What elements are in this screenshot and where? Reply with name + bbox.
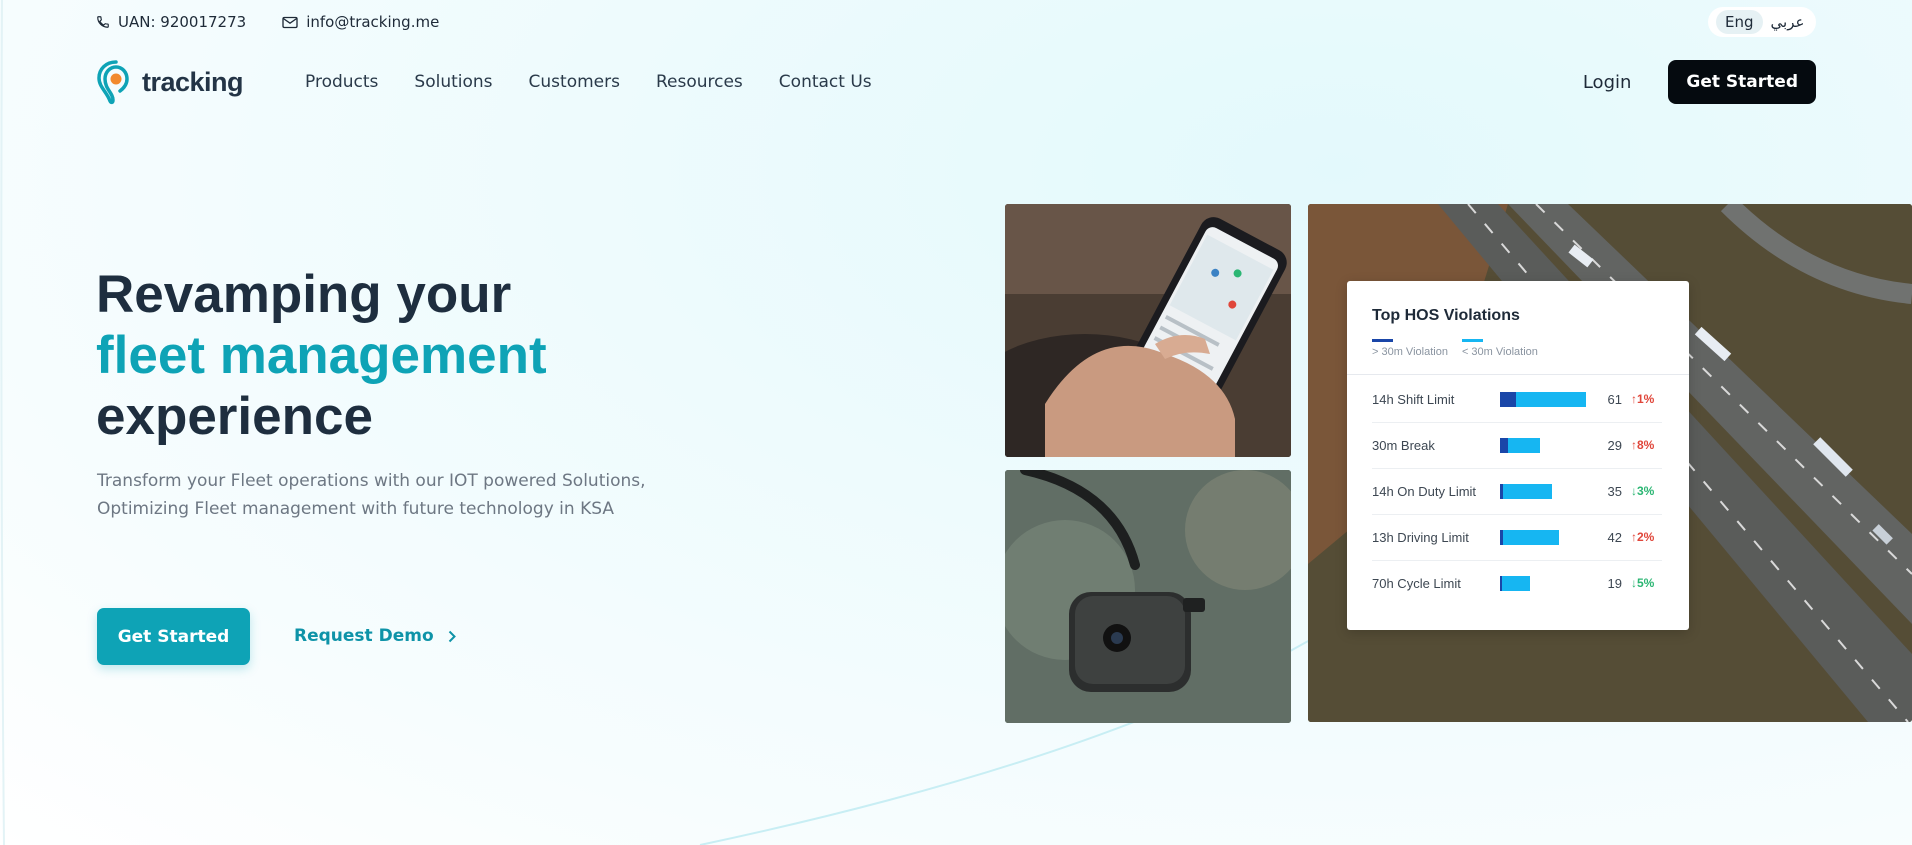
bar-over-30m: [1500, 391, 1517, 407]
nav-item-resources[interactable]: Resources: [656, 72, 743, 92]
violation-bar: [1500, 529, 1592, 545]
phone-icon: [97, 16, 109, 28]
get-started-nav-button[interactable]: Get Started: [1668, 60, 1816, 104]
request-demo-label: Request Demo: [294, 626, 434, 646]
change-up-badge: ↑8%: [1631, 438, 1654, 452]
change-down-badge: ↓5%: [1631, 576, 1654, 590]
nav-menu: Products Solutions Customers Resources C…: [305, 72, 872, 92]
nav-actions: Login Get Started: [1583, 60, 1816, 104]
hero-subtitle-line2: Optimizing Fleet management with future …: [97, 499, 614, 519]
violation-row: 14h Shift Limit 61 ↑1%: [1372, 376, 1662, 423]
top-bar: UAN: 920017273 info@tracking.me Eng عربي: [96, 7, 1816, 37]
login-link[interactable]: Login: [1583, 72, 1632, 93]
change-down-badge: ↓3%: [1631, 484, 1654, 498]
mail-icon: [282, 16, 298, 28]
change-up-badge: ↑1%: [1631, 392, 1654, 406]
violation-count: 42: [1607, 529, 1622, 545]
legend-item-under: < 30m Violation: [1461, 339, 1538, 358]
lang-english[interactable]: Eng: [1716, 10, 1763, 34]
logo-text: tracking: [142, 66, 244, 97]
bar-under-30m: [1516, 391, 1586, 407]
card-divider: [1347, 374, 1689, 375]
card-legend: > 30m Violation < 30m Violation: [1372, 339, 1538, 358]
hero-title-line3: experience: [96, 387, 373, 446]
nav-item-products[interactable]: Products: [305, 72, 378, 92]
hero-title-accent: fleet management: [96, 326, 547, 385]
violation-count: 29: [1607, 437, 1622, 453]
bar-under-30m: [1507, 437, 1541, 453]
legend-item-over: > 30m Violation: [1372, 339, 1448, 358]
violation-label: 13h Driving Limit: [1372, 529, 1469, 545]
hero-title-line1: Revamping your: [96, 265, 512, 324]
phone-text: UAN: 920017273: [118, 13, 247, 31]
logo[interactable]: tracking: [96, 59, 305, 105]
change-value: 3%: [1637, 484, 1655, 498]
chevron-right-icon: [448, 630, 456, 642]
violation-count: 61: [1607, 391, 1622, 407]
legend-swatch-under: [1461, 339, 1483, 342]
bar-under-30m: [1503, 483, 1552, 499]
nav-item-contact-us[interactable]: Contact Us: [779, 72, 872, 92]
violation-label: 30m Break: [1372, 437, 1435, 453]
violation-bar: [1500, 483, 1592, 499]
email-contact[interactable]: info@tracking.me: [282, 13, 439, 31]
violation-row: 70h Cycle Limit 19 ↓5%: [1372, 560, 1662, 606]
lang-arabic[interactable]: عربي: [1771, 13, 1805, 31]
hos-violations-card: Top HOS Violations > 30m Violation < 30m…: [1347, 281, 1689, 630]
nav-item-solutions[interactable]: Solutions: [414, 72, 492, 92]
legend-label-under: < 30m Violation: [1461, 346, 1538, 358]
hero-subtitle-line1: Transform your Fleet operations with our…: [97, 471, 646, 491]
phone-contact[interactable]: UAN: 920017273: [96, 13, 246, 31]
violation-count: 19: [1607, 575, 1622, 591]
email-text: info@tracking.me: [306, 13, 440, 31]
get-started-hero-button[interactable]: Get Started: [97, 608, 250, 665]
change-value: 1%: [1637, 392, 1655, 406]
violation-row: 30m Break 29 ↑8%: [1372, 422, 1662, 469]
change-value: 5%: [1637, 576, 1655, 590]
legend-label-over: > 30m Violation: [1372, 346, 1448, 358]
nav-item-customers[interactable]: Customers: [529, 72, 620, 92]
bar-over-30m: [1500, 437, 1508, 453]
violation-bar: [1500, 437, 1592, 453]
violation-count: 35: [1607, 483, 1622, 499]
legend-swatch-over: [1372, 339, 1393, 342]
main-nav: tracking Products Solutions Customers Re…: [96, 56, 1816, 108]
logo-pin-icon: [97, 60, 129, 105]
change-up-badge: ↑2%: [1631, 530, 1654, 544]
language-switcher: Eng عربي: [1708, 7, 1816, 37]
request-demo-link[interactable]: Request Demo: [294, 626, 456, 646]
dashcam-photo: [1005, 470, 1291, 723]
bar-under-30m: [1502, 575, 1530, 591]
card-title: Top HOS Violations: [1372, 307, 1520, 324]
violation-bar: [1500, 391, 1592, 407]
hero-subtitle: Transform your Fleet operations with our…: [97, 467, 717, 523]
hero-title: Revamping your fleet management experien…: [96, 264, 547, 447]
violation-row: 14h On Duty Limit 35 ↓3%: [1372, 468, 1662, 515]
change-value: 8%: [1637, 438, 1655, 452]
violation-label: 70h Cycle Limit: [1372, 575, 1461, 591]
violation-row: 13h Driving Limit 42 ↑2%: [1372, 514, 1662, 561]
phone-app-photo: [1005, 204, 1291, 457]
violation-label: 14h On Duty Limit: [1372, 483, 1477, 499]
change-value: 2%: [1637, 530, 1655, 544]
bar-under-30m: [1503, 529, 1560, 545]
violation-label: 14h Shift Limit: [1372, 391, 1455, 407]
violation-bar: [1500, 575, 1592, 591]
